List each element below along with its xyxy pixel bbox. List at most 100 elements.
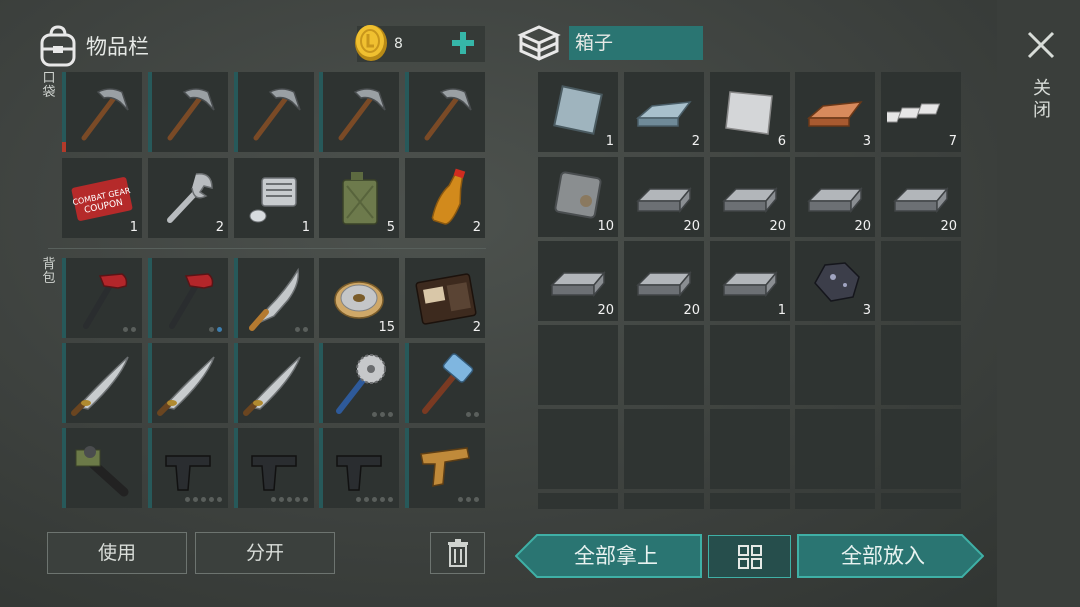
item-quantity: 6 [777, 134, 786, 149]
box-slot-empty[interactable] [710, 325, 790, 405]
put-all-button[interactable]: 全部放入 [797, 534, 969, 578]
box-slot[interactable]: 2 [624, 72, 704, 152]
item-quantity: 2 [472, 220, 481, 235]
hammer-icon [68, 264, 136, 332]
close-icon[interactable] [1026, 30, 1056, 60]
backpack-slot[interactable] [405, 428, 485, 508]
item-quantity: 3 [862, 303, 871, 318]
backpack-slot[interactable] [405, 343, 485, 423]
flare-gun-icon [420, 447, 470, 487]
item-quantity: 1 [605, 134, 614, 149]
backpack-slot[interactable] [62, 258, 142, 338]
box-slot[interactable]: 3 [795, 241, 875, 321]
coin-icon [355, 25, 387, 61]
backpack-slot[interactable] [62, 428, 142, 508]
box-slot-empty[interactable] [795, 325, 875, 405]
box-slot-empty[interactable] [795, 409, 875, 489]
coupon-icon [71, 176, 133, 222]
box-slot-empty[interactable] [624, 409, 704, 489]
pocket-slot[interactable]: 2 [148, 158, 228, 238]
box-slot-empty[interactable] [624, 325, 704, 405]
backpack-slot[interactable] [234, 258, 314, 338]
backpack-slot[interactable] [148, 343, 228, 423]
engine-part-icon [249, 177, 297, 223]
backpack-slot[interactable] [62, 343, 142, 423]
jerrycan-icon [342, 171, 378, 225]
box-slot[interactable]: 20 [624, 157, 704, 237]
layout-toggle-button[interactable] [708, 535, 791, 578]
box-slot-empty[interactable] [881, 325, 961, 405]
split-button[interactable]: 分开 [195, 532, 335, 574]
item-quantity: 20 [940, 219, 957, 234]
close-label[interactable]: 关闭 [1028, 78, 1056, 122]
box-slot[interactable]: 20 [538, 241, 618, 321]
item-quantity: 7 [948, 134, 957, 149]
add-coins-button[interactable] [449, 28, 477, 58]
backpack-slot[interactable] [319, 343, 399, 423]
backpack-slot[interactable] [234, 428, 314, 508]
container-header: 箱子 [517, 23, 703, 63]
item-quantity: 5 [386, 220, 395, 235]
inventory-header: 物品栏 [38, 20, 149, 72]
backpack-slot[interactable] [234, 343, 314, 423]
item-quantity: 10 [597, 219, 614, 234]
backpack-slot[interactable]: 15 [319, 258, 399, 338]
box-slot-empty[interactable] [538, 493, 618, 509]
pocket-slot[interactable]: 5 [319, 158, 399, 238]
katana-icon [68, 349, 136, 417]
box-slot[interactable]: 20 [881, 157, 961, 237]
box-slot-empty[interactable] [881, 409, 961, 489]
trash-icon [447, 539, 468, 567]
box-slot[interactable]: 10 [538, 157, 618, 237]
hammer-icon [154, 264, 222, 332]
metal-ingot-icon [723, 272, 777, 296]
coin-count: 8 [394, 36, 403, 52]
saw-mace-icon [325, 349, 393, 417]
katana-icon [240, 349, 308, 417]
pocket-slot[interactable] [405, 72, 485, 152]
box-slot[interactable]: 6 [710, 72, 790, 152]
pickaxe-icon [68, 78, 136, 146]
box-slot[interactable]: 3 [795, 72, 875, 152]
pickaxe-icon [325, 78, 393, 146]
box-slot-empty[interactable] [538, 325, 618, 405]
pocket-slot[interactable]: 1 [234, 158, 314, 238]
use-button[interactable]: 使用 [47, 532, 187, 574]
box-slot-empty[interactable] [538, 409, 618, 489]
box-slot[interactable]: 1 [710, 241, 790, 321]
item-quantity: 1 [129, 220, 138, 235]
box-slot-empty[interactable] [710, 493, 790, 509]
item-quantity: 20 [683, 219, 700, 234]
backpack-slot[interactable] [148, 258, 228, 338]
trash-button[interactable] [430, 532, 485, 574]
backpack-slot[interactable] [148, 428, 228, 508]
pocket-slot[interactable] [62, 72, 142, 152]
pocket-slot[interactable] [319, 72, 399, 152]
box-slot-empty[interactable] [710, 409, 790, 489]
box-slot[interactable]: 7 [881, 72, 961, 152]
box-slot-empty[interactable] [881, 493, 961, 509]
copper-ingot-icon [808, 101, 862, 127]
backpack-icon [40, 25, 76, 67]
machete-icon [240, 264, 308, 332]
item-quantity: 20 [854, 219, 871, 234]
take-all-button[interactable]: 全部拿上 [530, 534, 702, 578]
box-slot-empty[interactable] [881, 241, 961, 321]
pocket-slot[interactable] [148, 72, 228, 152]
box-slot-empty[interactable] [624, 493, 704, 509]
box-slot[interactable]: 20 [710, 157, 790, 237]
box-slot[interactable]: 20 [795, 157, 875, 237]
item-quantity: 1 [301, 220, 310, 235]
pocket-slot[interactable]: 1 [62, 158, 142, 238]
pistol-icon [251, 455, 297, 491]
pocket-slot[interactable]: 2 [405, 158, 485, 238]
box-slot[interactable]: 1 [538, 72, 618, 152]
box-slot[interactable]: 20 [624, 241, 704, 321]
silver-bars-icon [887, 103, 941, 123]
backpack-slot[interactable]: 2 [405, 258, 485, 338]
backpack-slot[interactable] [319, 428, 399, 508]
backpack-label: 背包 [42, 257, 56, 286]
pocket-slot[interactable] [234, 72, 314, 152]
box-slot-empty[interactable] [795, 493, 875, 509]
item-quantity: 2 [472, 320, 481, 335]
